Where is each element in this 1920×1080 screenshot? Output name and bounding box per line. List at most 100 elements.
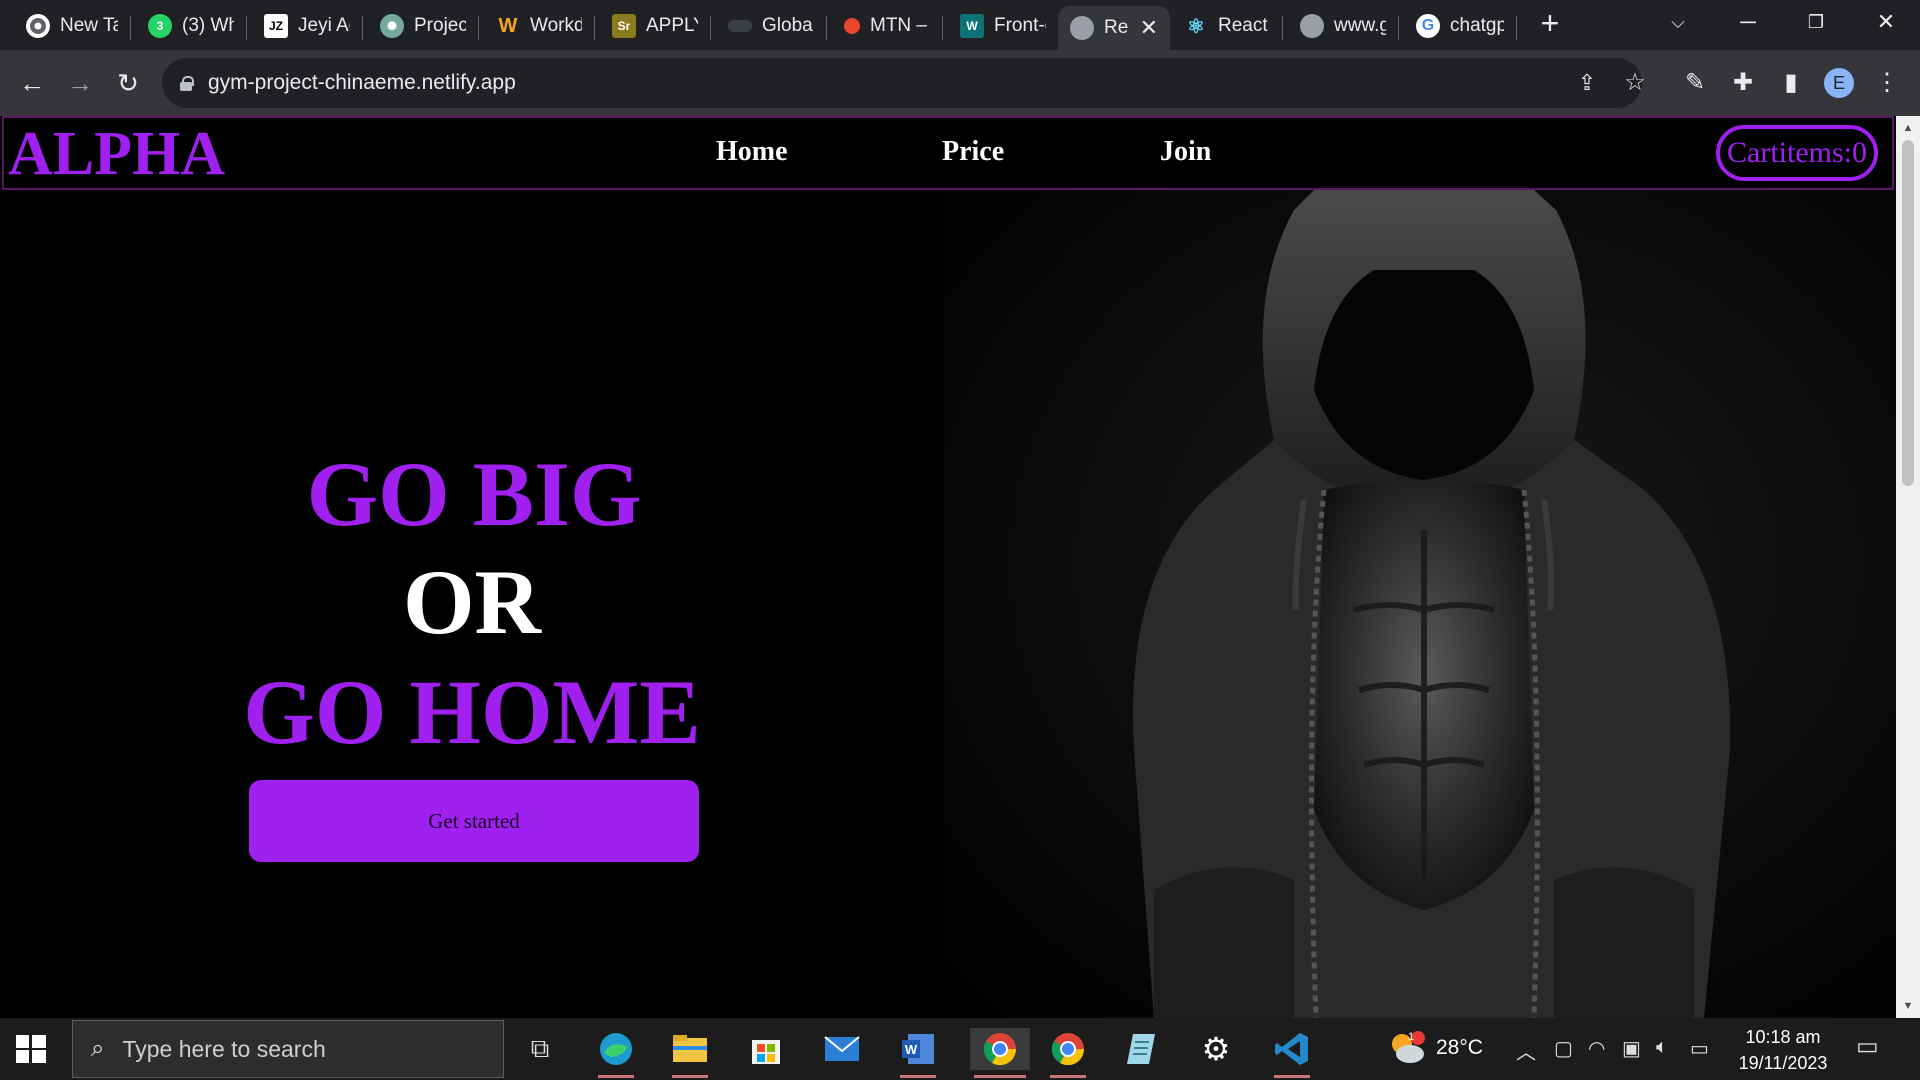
globe-icon <box>1070 16 1094 40</box>
get-started-button[interactable]: Get started <box>249 780 699 862</box>
share-icon[interactable]: ⇪ <box>1572 68 1602 98</box>
tab-separator <box>1398 16 1399 40</box>
battery-icon[interactable]: ▭ <box>1690 1036 1709 1061</box>
frontend-icon: W <box>960 14 984 38</box>
nav-home-link[interactable]: Home <box>716 136 788 168</box>
global-icon <box>728 20 752 32</box>
notifications-icon[interactable]: ▭ <box>1856 1032 1879 1061</box>
windows-start-icon[interactable] <box>14 1032 48 1066</box>
hero-headline-or: OR <box>403 551 541 653</box>
tab-frontend[interactable]: W Front-e <box>948 8 1058 44</box>
sr-icon: Sr <box>612 14 636 38</box>
bookmark-star-icon[interactable]: ☆ <box>1620 68 1650 98</box>
whatsapp-icon: 3 <box>148 14 172 38</box>
chrome-profile-e-icon[interactable] <box>970 1028 1030 1078</box>
tab-workday[interactable]: W Workd <box>484 8 594 44</box>
nav-price-link[interactable]: Price <box>942 136 1004 168</box>
hooded-athlete-illustration <box>1133 190 1731 1018</box>
tab-project[interactable]: ✺ Project <box>368 8 478 44</box>
forward-arrow-icon[interactable]: → <box>62 66 98 102</box>
tab-global[interactable]: Global <box>716 8 826 44</box>
settings-gear-icon[interactable]: ⚙ <box>1194 1028 1238 1070</box>
weather-badge: 1 <box>1408 1031 1415 1043</box>
url-text[interactable]: gym-project-chinaeme.netlify.app <box>208 71 516 95</box>
hero-headline-go-home: GO HOME <box>243 661 701 763</box>
hero-headline-go-big: GO BIG <box>306 443 642 545</box>
side-panel-icon[interactable]: ▮ <box>1776 68 1806 98</box>
minimize-icon[interactable]: ─ <box>1718 4 1778 40</box>
tab-react[interactable]: ⚛ React / <box>1172 8 1282 44</box>
tab-separator <box>1516 16 1517 40</box>
tab-separator <box>710 16 711 40</box>
nav-join-link[interactable]: Join <box>1160 136 1211 168</box>
more-menu-icon[interactable]: ⋮ <box>1872 68 1902 98</box>
edge-browser-icon[interactable] <box>594 1028 638 1078</box>
jeyi-icon: JZ <box>264 14 288 38</box>
clock-date: 19/11/2023 <box>1738 1053 1828 1073</box>
new-tab-button[interactable]: + <box>1534 7 1566 40</box>
globe-icon <box>1300 14 1324 38</box>
reload-icon[interactable]: ↻ <box>110 66 146 102</box>
eyedropper-icon[interactable]: ✎ <box>1680 68 1710 98</box>
microsoft-store-icon[interactable] <box>744 1028 788 1070</box>
vscode-icon[interactable] <box>1270 1028 1314 1078</box>
close-tab-icon[interactable]: ✕ <box>1140 15 1158 41</box>
tab-separator <box>130 16 131 40</box>
taskbar-clock[interactable]: 10:18 am 19/11/2023 <box>1726 1024 1840 1076</box>
hero-hooded-athlete-image <box>944 190 1896 1018</box>
page-scrollbar[interactable]: ▲ ▼ <box>1896 116 1920 1018</box>
tab-mtn[interactable]: MTN – <box>832 8 942 44</box>
extensions-puzzle-icon[interactable]: ✚ <box>1728 68 1758 98</box>
show-hidden-icons-chevron-icon[interactable]: ︿ <box>1516 1036 1536 1065</box>
volume-icon[interactable]: 🔈︎ <box>1656 1036 1668 1059</box>
address-bar[interactable]: gym-project-chinaeme.netlify.app <box>162 58 1642 108</box>
notepad-icon[interactable] <box>1120 1028 1164 1070</box>
lock-icon[interactable] <box>180 76 194 91</box>
clock-time: 10:18 am <box>1745 1027 1821 1047</box>
tab-whatsapp[interactable]: 3 (3) Wh <box>136 8 246 44</box>
tab-active-re[interactable]: Re ✕ <box>1058 6 1170 50</box>
search-icon: ⌕ <box>91 1035 105 1062</box>
scroll-down-arrow-icon[interactable]: ▼ <box>1902 1000 1914 1012</box>
tab-jeyi[interactable]: JZ Jeyi Ad <box>252 8 362 44</box>
meet-now-icon[interactable]: ▢ <box>1554 1036 1573 1061</box>
tab-chatgpt[interactable]: G chatgp <box>1404 8 1516 44</box>
tab-separator <box>362 16 363 40</box>
svg-text:W: W <box>905 1042 918 1057</box>
tab-search-chevron-icon[interactable]: ⌵ <box>1648 4 1708 40</box>
tab-separator <box>826 16 827 40</box>
site-navbar: ALPHA Home Price Join Cartitems:0 <box>2 116 1894 190</box>
tab-separator <box>246 16 247 40</box>
mtn-icon <box>844 18 860 34</box>
tab-separator <box>478 16 479 40</box>
profile-avatar[interactable]: E <box>1824 68 1854 98</box>
back-arrow-icon[interactable]: ← <box>14 66 50 102</box>
browser-tab-strip: New Ta 3 (3) Wh JZ Jeyi Ad ✺ Project W W… <box>0 0 1920 50</box>
restore-icon[interactable]: ❐ <box>1786 4 1846 40</box>
weather-temperature[interactable]: 28°C <box>1436 1036 1483 1060</box>
word-icon[interactable]: W <box>896 1028 940 1078</box>
file-explorer-icon[interactable] <box>668 1028 712 1078</box>
tab-separator <box>594 16 595 40</box>
tab-separator <box>1282 16 1283 40</box>
windows-taskbar: ⌕ Type here to search ⧉ W ⚙ 1 28°C ︿ ▢ ◠… <box>0 1018 1920 1080</box>
google-icon: G <box>1416 14 1440 38</box>
close-window-icon[interactable]: ✕ <box>1856 4 1916 40</box>
tab-www[interactable]: www.g <box>1288 8 1398 44</box>
tab-separator <box>942 16 943 40</box>
taskbar-search-box[interactable]: ⌕ Type here to search <box>72 1020 504 1078</box>
tab-apply[interactable]: Sr APPLY: <box>600 8 710 44</box>
cart-items-button[interactable]: Cartitems:0 <box>1716 125 1878 181</box>
react-icon: ⚛ <box>1187 15 1205 38</box>
search-placeholder[interactable]: Type here to search <box>122 1036 325 1063</box>
page-viewport: ALPHA Home Price Join Cartitems:0 GO BIG… <box>0 116 1896 1018</box>
tab-new-tab[interactable]: New Ta <box>14 8 130 44</box>
mail-icon[interactable] <box>820 1028 864 1070</box>
battery-saver-icon[interactable]: ▣ <box>1622 1036 1641 1061</box>
scrollbar-thumb[interactable] <box>1902 140 1914 486</box>
wifi-icon[interactable]: ◠ <box>1588 1036 1605 1061</box>
scroll-up-arrow-icon[interactable]: ▲ <box>1902 122 1914 134</box>
task-view-icon[interactable]: ⧉ <box>518 1028 562 1070</box>
chrome-profile-i-icon[interactable] <box>1046 1028 1090 1078</box>
site-logo[interactable]: ALPHA <box>8 122 225 186</box>
